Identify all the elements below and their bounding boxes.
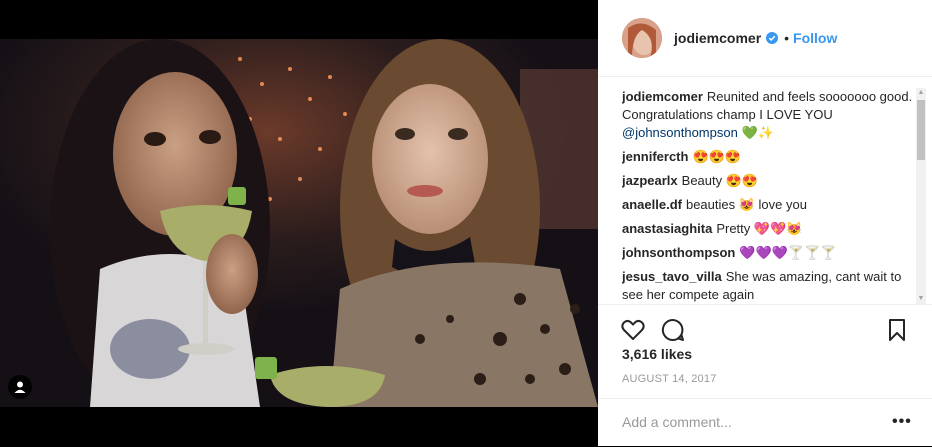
comment-text: Beauty 😍😍: [681, 173, 759, 188]
caption-emoji: 💚✨: [741, 125, 774, 140]
comment-username[interactable]: jazpearlx: [622, 173, 678, 188]
comments-scrollbar[interactable]: ▲ ▼: [916, 88, 926, 304]
comment-username[interactable]: jennifercth: [622, 149, 688, 164]
comment-username[interactable]: johnsonthompson: [622, 245, 735, 260]
likes-count[interactable]: 3,616 likes: [622, 346, 692, 362]
add-comment-bar: •••: [598, 398, 932, 447]
comment-item: jennifercth 😍😍😍: [622, 148, 914, 166]
add-comment-input[interactable]: [622, 411, 872, 433]
more-options-icon[interactable]: •••: [892, 413, 912, 431]
caption: jodiemcomer Reunited and feels sooooooo g…: [622, 88, 914, 142]
post-header: jodiemcomer • Follow: [598, 0, 932, 77]
comments-list[interactable]: jodiemcomer Reunited and feels sooooooo g…: [622, 88, 914, 304]
comment-username[interactable]: jesus_tavo_villa: [622, 269, 722, 284]
comment-username[interactable]: anastasiaghita: [622, 221, 712, 236]
post-sidebar: jodiemcomer • Follow jodiemcomer Reunited…: [598, 0, 932, 446]
comment-text: 😍😍😍: [692, 149, 742, 164]
action-bar: [598, 304, 932, 341]
scroll-down-arrow-icon[interactable]: ▼: [916, 294, 926, 304]
scroll-thumb[interactable]: [917, 100, 925, 160]
comment-text: Pretty 💖💖😻: [716, 221, 803, 236]
follow-button[interactable]: Follow: [793, 30, 837, 46]
verified-badge-icon: [766, 32, 779, 44]
comment-item: anastasiaghita Pretty 💖💖😻: [622, 220, 914, 238]
comment-text: beauties 😻 love you: [685, 197, 807, 212]
header-username[interactable]: jodiemcomer: [674, 30, 761, 46]
like-heart-icon[interactable]: [620, 317, 646, 343]
caption-username[interactable]: jodiemcomer: [622, 89, 703, 104]
comment-item: anaelle.df beauties 😻 love you: [622, 196, 914, 214]
scroll-up-arrow-icon[interactable]: ▲: [916, 88, 926, 98]
separator-dot: •: [784, 30, 790, 46]
comment-item: jazpearlx Beauty 😍😍: [622, 172, 914, 190]
caption-mention[interactable]: @johnsonthompson: [622, 125, 738, 140]
photo-pane: [0, 0, 598, 446]
comment-item: johnsonthompson 💜💜💜🍸🍸🍸: [622, 244, 914, 262]
comment-text: 💜💜💜🍸🍸🍸: [739, 245, 837, 260]
bookmark-icon[interactable]: [884, 317, 910, 343]
post-date[interactable]: AUGUST 14, 2017: [622, 373, 717, 385]
avatar[interactable]: [622, 18, 662, 58]
photo-image: [0, 39, 598, 407]
comment-username[interactable]: anaelle.df: [622, 197, 682, 212]
user-tag-icon[interactable]: [8, 375, 32, 399]
comment-bubble-icon[interactable]: [660, 317, 686, 343]
post-photo[interactable]: [0, 39, 598, 407]
comment-item: jesus_tavo_villa She was amazing, cant wa…: [622, 268, 914, 304]
